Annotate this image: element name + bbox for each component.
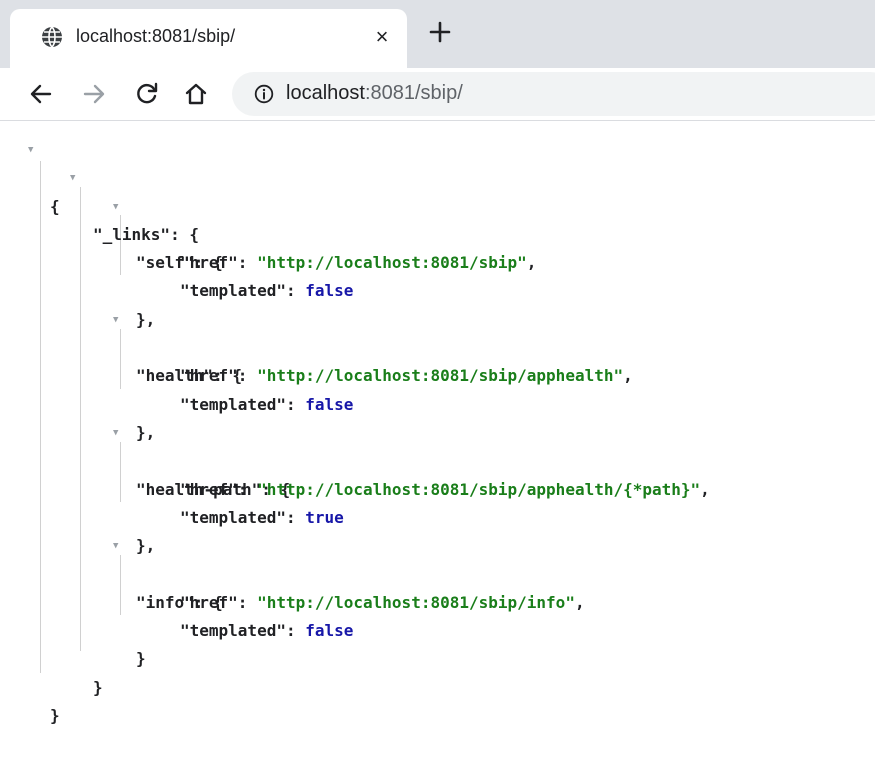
json-line: "href": "http://localhost:8081/sbip/apph…: [180, 366, 633, 386]
url-text: localhost:8081/sbip/: [286, 82, 463, 105]
address-bar[interactable]: localhost:8081/sbip/: [232, 72, 875, 116]
json-line: "templated": false: [180, 621, 354, 641]
json-line: ▼ "_links": {: [0, 164, 875, 244]
json-line: },: [136, 309, 156, 329]
forward-arrow-icon[interactable]: [80, 80, 108, 108]
globe-icon: [42, 26, 62, 48]
info-icon[interactable]: [254, 84, 274, 104]
back-arrow-icon[interactable]: [27, 80, 55, 108]
collapse-toggle-icon[interactable]: ▼: [70, 164, 75, 192]
collapse-toggle-icon[interactable]: ▼: [113, 532, 118, 560]
json-viewer: ▼ { ▼ "_links": { ▼ "self": { "href": "h…: [0, 121, 875, 725]
collapse-toggle-icon[interactable]: ▼: [113, 419, 118, 447]
collapse-toggle-icon[interactable]: ▼: [28, 136, 33, 164]
json-line: },: [136, 536, 156, 556]
json-line: "href": "http://localhost:8081/sbip/info…: [180, 592, 585, 612]
json-line: "templated": false: [180, 281, 354, 301]
root-close-brace: }: [50, 705, 60, 725]
json-line: }: [0, 645, 875, 697]
browser-toolbar: localhost:8081/sbip/: [0, 68, 875, 121]
json-line: },: [136, 422, 156, 442]
url-host: localhost: [286, 82, 365, 104]
tab-strip: localhost:8081/sbip/ ×: [0, 0, 875, 68]
json-line: ▼ {: [0, 136, 875, 216]
json-line: }: [0, 674, 875, 725]
json-line: "href": "http://localhost:8081/sbip",: [180, 253, 537, 273]
tab-close-button[interactable]: ×: [368, 23, 396, 51]
tab-title: localhost:8081/sbip/: [76, 26, 236, 46]
home-icon[interactable]: [182, 80, 210, 108]
new-tab-button[interactable]: [426, 18, 454, 46]
json-document: ▼ { ▼ "_links": { ▼ "self": { "href": "h…: [0, 136, 875, 725]
json-line: ▼ "info": {: [0, 532, 875, 612]
json-line: "href": "http://localhost:8081/sbip/apph…: [180, 479, 710, 499]
active-tab[interactable]: localhost:8081/sbip/ ×: [10, 9, 407, 68]
json-line: "templated": false: [180, 394, 354, 414]
collapse-toggle-icon[interactable]: ▼: [113, 306, 118, 334]
url-path: :8081/sbip/: [364, 82, 463, 104]
json-line: }: [0, 617, 875, 668]
collapse-toggle-icon[interactable]: ▼: [113, 193, 118, 221]
json-line: ▼ "health-path": {: [0, 419, 875, 499]
json-line: ▼ "self": {: [0, 193, 875, 273]
reload-icon[interactable]: [133, 80, 161, 108]
json-line: ▼ "health": {: [0, 306, 875, 386]
json-line: "templated": true: [180, 507, 344, 527]
